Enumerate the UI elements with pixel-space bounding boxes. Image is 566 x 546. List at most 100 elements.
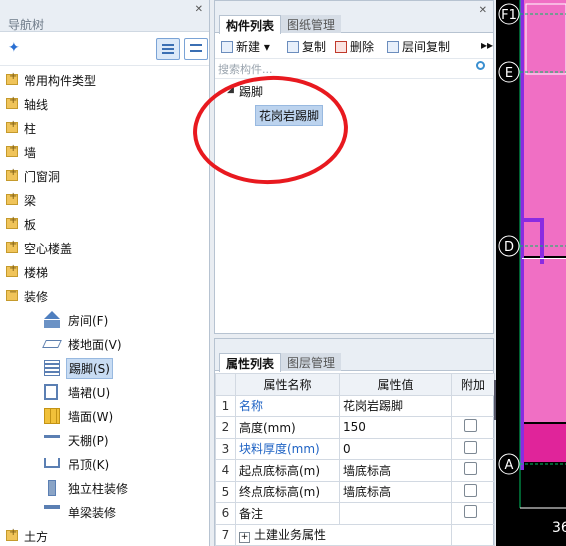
property-row[interactable]: 1 名称 花岗岩踢脚 — [215, 394, 495, 417]
tree-node-door-window[interactable]: 门窗洞 — [0, 164, 208, 188]
property-name: 备注 — [235, 502, 340, 525]
tab-drawing-management[interactable]: 图纸管理 — [281, 15, 342, 33]
folder-open-icon — [6, 287, 18, 301]
property-value[interactable]: 墙底标高 — [339, 459, 452, 482]
tab-property-list[interactable]: 属性列表 — [219, 353, 282, 372]
tab-component-list[interactable]: 构件列表 — [219, 15, 282, 34]
tree-child-dado[interactable]: 墙裙(U) — [0, 380, 208, 404]
extra-checkbox[interactable] — [464, 483, 477, 497]
floor-copy-button[interactable]: 层间复制 — [387, 38, 450, 55]
component-panel-close-icon[interactable]: ✕ — [479, 5, 487, 16]
property-extra-cell — [451, 523, 495, 546]
axis-label-d: D — [504, 240, 514, 255]
property-value[interactable]: 0 — [339, 437, 452, 460]
dotted-line — [522, 258, 566, 259]
tree-node-slab[interactable]: 板 — [0, 212, 208, 236]
property-name-text: 备注 — [239, 506, 264, 521]
nav-close-icon[interactable]: ✕ — [195, 4, 203, 15]
component-tree: ◢ 踢脚 花岗岩踢脚 — [215, 79, 493, 127]
dimension-text: 36 — [552, 520, 566, 536]
component-tabs: 构件列表 图纸管理 ✕ — [215, 1, 493, 34]
axis-label-f1: F1 — [501, 8, 517, 23]
component-toolbar: 新建 ▾ 复制 删除 层间复制 ▸▸ — [215, 33, 493, 59]
floor-copy-icon — [387, 41, 399, 53]
component-list-panel: 构件列表 图纸管理 ✕ 新建 ▾ 复制 删除 层间复制 ▸▸ 搜索构件... ◢… — [214, 0, 494, 334]
extra-checkbox[interactable] — [464, 419, 477, 433]
tree-node-axis[interactable]: 轴线 — [0, 92, 208, 116]
folder-icon — [6, 263, 18, 277]
col-attr-value: 属性值 — [339, 373, 452, 396]
expand-icon[interactable]: + — [239, 532, 250, 544]
drawing-svg: F1 E D A 36 — [498, 0, 566, 536]
property-value[interactable] — [339, 502, 452, 525]
row-number: 2 — [215, 416, 236, 439]
tree-child-beam-finish[interactable]: 单梁装修 — [0, 500, 208, 524]
property-value[interactable]: 花岗岩踢脚 — [339, 394, 452, 417]
tree-child-ceiling[interactable]: 天棚(P) — [0, 428, 208, 452]
property-value[interactable]: 150 — [339, 416, 452, 439]
property-name: 起点底标高(m) — [235, 459, 340, 482]
tree-child-room[interactable]: 房间(F) — [0, 308, 208, 332]
property-name: 块料厚度(mm) — [235, 437, 340, 460]
property-name: 终点底标高(m) — [235, 480, 340, 503]
tree-child-column-finish[interactable]: 独立柱装修 — [0, 476, 208, 500]
add-favorite-icon[interactable]: ✦ — [8, 40, 20, 56]
extra-checkbox[interactable] — [464, 462, 477, 476]
tab-layer-management[interactable]: 图层管理 — [281, 353, 342, 371]
detail-view-button[interactable] — [184, 38, 208, 60]
tree-child-skirting[interactable]: 踢脚(S) — [0, 356, 208, 380]
search-icon[interactable] — [476, 61, 485, 70]
component-item-granite-skirting[interactable]: 花岗岩踢脚 — [255, 105, 324, 126]
extra-checkbox[interactable] — [464, 505, 477, 519]
property-name-text: 土建业务属性 — [254, 528, 327, 543]
tree-child-floor[interactable]: 楼地面(V) — [0, 332, 208, 356]
property-value[interactable]: 墙底标高 — [339, 480, 452, 503]
nav-title: 导航树 — [8, 18, 45, 32]
tree-node-wall[interactable]: 墙 — [0, 140, 208, 164]
folder-icon — [6, 71, 18, 85]
tree-child-suspended-ceiling[interactable]: 吊顶(K) — [0, 452, 208, 476]
folder-icon — [6, 215, 18, 229]
property-row[interactable]: 7 + 土建业务属性 — [215, 523, 495, 546]
property-row[interactable]: 3 块料厚度(mm) 0 — [215, 437, 495, 460]
tree-node-column[interactable]: 柱 — [0, 116, 208, 140]
tree-node-earthwork[interactable]: 土方 — [0, 524, 208, 546]
property-row[interactable]: 4 起点底标高(m) 墙底标高 — [215, 459, 495, 482]
list-view-button[interactable] — [156, 38, 180, 60]
property-row[interactable]: 2 高度(mm) 150 — [215, 416, 495, 439]
extra-checkbox[interactable] — [464, 440, 477, 454]
tree-node-beam[interactable]: 梁 — [0, 188, 208, 212]
skirting-icon — [44, 360, 60, 376]
row-number: 7 — [215, 523, 236, 546]
property-extra-cell — [451, 502, 495, 525]
property-row[interactable]: 5 终点底标高(m) 墙底标高 — [215, 480, 495, 503]
search-placeholder: 搜索构件... — [218, 63, 273, 76]
delete-button[interactable]: 删除 — [335, 38, 374, 55]
folder-icon — [6, 119, 18, 133]
dark-pink-region — [522, 424, 566, 462]
tree-child-wall-face[interactable]: 墙面(W) — [0, 404, 208, 428]
folder-icon — [6, 143, 18, 157]
tree-node-decoration[interactable]: 装修 — [0, 284, 208, 308]
property-extra-cell — [451, 416, 495, 439]
folder-icon — [6, 239, 18, 253]
component-item-row[interactable]: 花岗岩踢脚 — [215, 103, 493, 127]
row-number: 6 — [215, 502, 236, 525]
new-button[interactable]: 新建 ▾ — [221, 38, 270, 55]
toolbar-more-button[interactable]: ▸▸ — [481, 38, 493, 52]
col-extra: 附加 — [451, 373, 495, 396]
component-group-row[interactable]: ◢ 踢脚 — [215, 79, 493, 103]
room-icon — [44, 311, 60, 328]
tree-node-stair[interactable]: 楼梯 — [0, 260, 208, 284]
row-number: 5 — [215, 480, 236, 503]
column-finish-icon — [48, 480, 56, 496]
tree-node-hollow-slab[interactable]: 空心楼盖 — [0, 236, 208, 260]
new-icon — [221, 41, 233, 53]
component-search-input[interactable]: 搜索构件... — [215, 59, 493, 79]
copy-button[interactable]: 复制 — [287, 38, 326, 55]
property-row[interactable]: 6 备注 — [215, 502, 495, 525]
tree-node-common[interactable]: 常用构件类型 — [0, 68, 208, 92]
drawing-canvas[interactable]: F1 E D A 36 — [496, 0, 566, 546]
ceiling-icon — [44, 435, 60, 443]
collapse-arrow-icon[interactable]: ◢ — [227, 85, 234, 95]
